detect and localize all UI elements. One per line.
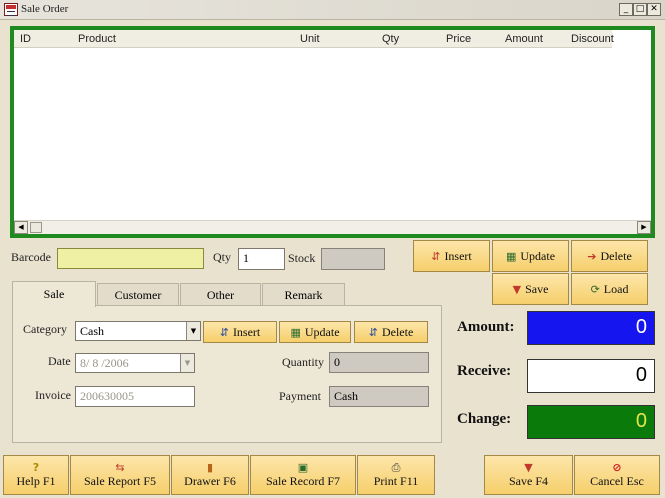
sale-report-label: Sale Report F5 bbox=[84, 473, 156, 488]
sale-record-icon: ▣ bbox=[297, 460, 309, 474]
save-item-label: Save bbox=[525, 281, 549, 296]
category-insert-label: Insert bbox=[232, 324, 261, 339]
stock-label: Stock bbox=[288, 251, 316, 265]
cancel-button[interactable]: ⊘ Cancel Esc bbox=[574, 455, 660, 495]
column-header-qty[interactable]: Qty bbox=[382, 33, 399, 45]
sale-report-icon: ⇆ bbox=[115, 460, 125, 474]
payment-label: Payment bbox=[279, 389, 321, 403]
amount-display: 0 bbox=[527, 311, 655, 345]
delete-icon: ➔ bbox=[587, 249, 597, 263]
sale-record-label: Sale Record F7 bbox=[266, 473, 340, 488]
grid-header: ID Product Unit Qty Price Amount Discoun… bbox=[14, 30, 614, 48]
date-value: 8/ 8 /2006 bbox=[80, 356, 129, 370]
insert-icon: ⇵ bbox=[219, 325, 229, 339]
amount-label: Amount: bbox=[457, 319, 515, 335]
receive-label: Receive: bbox=[457, 363, 512, 379]
category-value: Cash bbox=[80, 324, 104, 338]
tab-customer[interactable]: Customer bbox=[97, 283, 179, 307]
drawer-button[interactable]: ▮ Drawer F6 bbox=[171, 455, 249, 495]
sale-report-button[interactable]: ⇆ Sale Report F5 bbox=[70, 455, 170, 495]
order-grid[interactable]: ID Product Unit Qty Price Amount Discoun… bbox=[10, 26, 655, 238]
print-label: Print F11 bbox=[373, 473, 419, 488]
window-title: Sale Order bbox=[21, 3, 69, 15]
print-button[interactable]: ⎙ Print F11 bbox=[357, 455, 435, 495]
update-item-label: Update bbox=[520, 248, 556, 263]
insert-icon: ⇵ bbox=[431, 249, 441, 263]
save-order-label: Save F4 bbox=[509, 473, 548, 488]
column-header-id[interactable]: ID bbox=[20, 33, 31, 45]
chevron-down-icon: ▼ bbox=[180, 354, 194, 372]
update-icon: ▦ bbox=[505, 249, 517, 263]
load-label: Load bbox=[603, 281, 629, 296]
minimize-button[interactable]: _ bbox=[619, 3, 633, 16]
close-button[interactable]: ✕ bbox=[647, 3, 661, 16]
drawer-icon: ▮ bbox=[206, 460, 214, 474]
barcode-input[interactable] bbox=[57, 248, 204, 269]
qty-label: Qty bbox=[213, 250, 231, 264]
change-display: 0 bbox=[527, 405, 655, 439]
date-label: Date bbox=[48, 354, 71, 368]
printer-icon: ⎙ bbox=[391, 460, 401, 474]
help-icon: ? bbox=[32, 460, 40, 474]
horizontal-scrollbar[interactable]: ◀ ▶ bbox=[14, 220, 651, 234]
column-header-amount[interactable]: Amount bbox=[505, 33, 543, 45]
cancel-icon: ⊘ bbox=[612, 460, 622, 474]
tab-other[interactable]: Other bbox=[180, 283, 261, 307]
help-label: Help F1 bbox=[16, 473, 56, 488]
chevron-down-icon[interactable]: ▼ bbox=[186, 322, 200, 340]
category-insert-button[interactable]: ⇵ Insert bbox=[203, 321, 277, 343]
stock-field bbox=[321, 248, 385, 270]
qty-input[interactable]: 1 bbox=[238, 248, 285, 270]
category-delete-button[interactable]: ⇵ Delete bbox=[354, 321, 428, 343]
scroll-thumb[interactable] bbox=[30, 222, 42, 233]
quantity-field: 0 bbox=[329, 352, 429, 373]
help-button[interactable]: ? Help F1 bbox=[3, 455, 69, 495]
update-icon: ▦ bbox=[290, 325, 301, 339]
change-label: Change: bbox=[457, 411, 512, 427]
category-label: Category bbox=[23, 322, 67, 336]
maximize-button[interactable]: □ bbox=[633, 3, 647, 16]
title-bar: Sale Order _ □ ✕ bbox=[0, 0, 665, 20]
drawer-label: Drawer F6 bbox=[184, 473, 236, 488]
delete-icon: ⇵ bbox=[368, 325, 378, 339]
barcode-label: Barcode bbox=[11, 250, 51, 264]
scroll-left-icon[interactable]: ◀ bbox=[14, 221, 28, 234]
column-header-price[interactable]: Price bbox=[446, 33, 471, 45]
load-button[interactable]: ⟳ Load bbox=[571, 273, 648, 305]
quantity-label: Quantity bbox=[282, 355, 324, 369]
column-header-discount[interactable]: Discount bbox=[571, 33, 614, 45]
tab-sale[interactable]: Sale bbox=[12, 281, 96, 307]
invoice-field: 200630005 bbox=[75, 386, 195, 407]
receive-input[interactable]: 0 bbox=[527, 359, 655, 393]
update-item-button[interactable]: ▦ Update bbox=[492, 240, 569, 272]
save-item-button[interactable]: ▼ Save bbox=[492, 273, 569, 305]
category-update-label: Update bbox=[304, 324, 340, 339]
category-update-button[interactable]: ▦ Update bbox=[279, 321, 351, 343]
category-select[interactable]: Cash ▼ bbox=[75, 321, 201, 341]
invoice-label: Invoice bbox=[35, 388, 71, 402]
tab-remark[interactable]: Remark bbox=[262, 283, 345, 307]
save-icon: ▼ bbox=[512, 282, 522, 296]
insert-item-label: Insert bbox=[444, 248, 472, 263]
insert-item-button[interactable]: ⇵ Insert bbox=[413, 240, 490, 272]
save-order-button[interactable]: ▼ Save F4 bbox=[484, 455, 573, 495]
payment-field: Cash bbox=[329, 386, 429, 407]
cancel-label: Cancel Esc bbox=[590, 473, 644, 488]
column-header-unit[interactable]: Unit bbox=[300, 33, 320, 45]
column-header-product[interactable]: Product bbox=[78, 33, 116, 45]
load-icon: ⟳ bbox=[590, 282, 600, 296]
delete-item-label: Delete bbox=[600, 248, 632, 263]
scroll-right-icon[interactable]: ▶ bbox=[637, 221, 651, 234]
app-icon bbox=[4, 3, 18, 16]
sale-tab-panel: Category Cash ▼ ⇵ Insert ▦ Update ⇵ Dele… bbox=[12, 305, 442, 443]
sale-record-button[interactable]: ▣ Sale Record F7 bbox=[250, 455, 356, 495]
category-delete-label: Delete bbox=[381, 324, 414, 339]
save-icon: ▼ bbox=[524, 460, 533, 474]
date-picker: 8/ 8 /2006 ▼ bbox=[75, 353, 195, 373]
delete-item-button[interactable]: ➔ Delete bbox=[571, 240, 648, 272]
